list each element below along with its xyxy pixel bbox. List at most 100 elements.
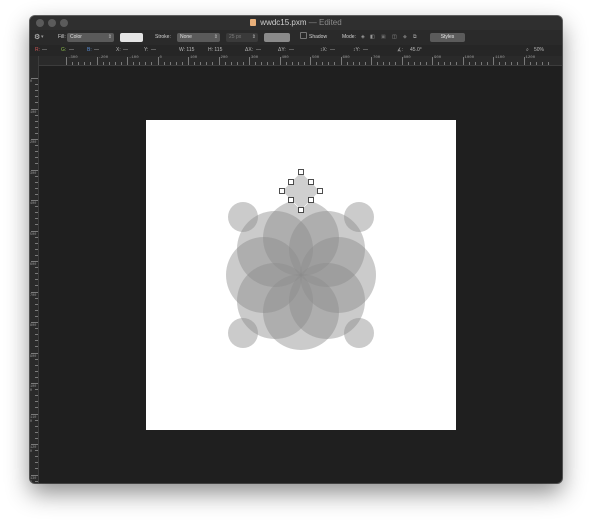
petal-circle-top-left[interactable] xyxy=(237,211,313,287)
ruler-major-tick xyxy=(31,200,38,201)
ruler-minor-tick xyxy=(35,407,38,409)
ruler-minor-tick xyxy=(261,62,263,65)
ruler-major-tick xyxy=(31,261,38,262)
ruler-minor-tick xyxy=(395,62,397,65)
ruler-minor-tick xyxy=(212,62,214,65)
vertical-ruler[interactable]: 0 100 200 300 400 500 600 700 800 900 1000 1100 1200… xyxy=(30,56,39,483)
selection-handle[interactable] xyxy=(288,197,294,203)
ruler-minor-tick xyxy=(35,132,38,134)
ruler-minor-tick xyxy=(425,62,427,65)
selection-handle[interactable] xyxy=(317,188,323,194)
stepper-arrows-icon: ⇕ xyxy=(251,34,256,40)
artwork[interactable] xyxy=(146,120,456,430)
ruler-minor-tick xyxy=(377,62,379,65)
mode-intersect-icon[interactable]: ▣ xyxy=(381,30,386,45)
x-position-value: — xyxy=(123,47,128,53)
title-bar[interactable]: wwdc15.pxm — Edited xyxy=(30,16,562,30)
ruler-minor-tick xyxy=(413,62,415,65)
mode-union-icon[interactable]: ◈ xyxy=(361,30,365,45)
ruler-minor-tick xyxy=(35,84,38,86)
ruler-minor-tick xyxy=(35,456,38,458)
ruler-minor-tick xyxy=(35,96,38,98)
styles-button[interactable]: Styles xyxy=(430,33,465,42)
selection-handle[interactable] xyxy=(288,179,294,185)
ruler-label: 0 xyxy=(159,56,162,60)
gear-menu-chevron-icon[interactable]: ▾ xyxy=(41,30,44,45)
ruler-minor-tick xyxy=(120,62,122,65)
ruler-minor-tick xyxy=(389,62,391,65)
shadow-toggle[interactable]: Shadow xyxy=(300,30,327,45)
edited-status: Edited xyxy=(319,18,342,27)
ruler-minor-tick xyxy=(35,273,38,275)
ruler-minor-tick xyxy=(35,315,38,317)
ruler-major-tick xyxy=(310,57,311,65)
window-title: wwdc15.pxm — Edited xyxy=(30,16,562,30)
ruler-minor-tick xyxy=(35,206,38,208)
ruler-minor-tick xyxy=(84,62,86,65)
ruler-minor-tick xyxy=(35,462,38,464)
ruler-minor-tick xyxy=(468,62,470,65)
ruler-minor-tick xyxy=(35,254,38,256)
selection-handle[interactable] xyxy=(298,207,304,213)
ruler-minor-tick xyxy=(72,62,74,65)
ruler-minor-tick xyxy=(358,62,360,65)
gear-icon[interactable]: ⚙︎ xyxy=(34,30,40,45)
stroke-label: Stroke: xyxy=(155,34,171,40)
ruler-minor-tick xyxy=(303,62,305,65)
ruler-major-tick xyxy=(31,291,38,293)
blue-value-label: B: xyxy=(87,47,92,53)
ruler-major-tick xyxy=(523,57,525,65)
selection-handle[interactable] xyxy=(308,179,314,185)
ruler-minor-tick xyxy=(35,395,38,397)
ruler-minor-tick xyxy=(35,328,38,330)
horizontal-ruler[interactable]: -300 -200 -100 0 100 200 300 400 500 600 700 800 900… xyxy=(38,56,562,66)
canvas-document[interactable] xyxy=(146,120,456,430)
ruler-minor-tick xyxy=(114,62,116,65)
ruler-minor-tick xyxy=(145,62,147,65)
ruler-minor-tick xyxy=(35,303,38,305)
fill-type-select[interactable]: Color ⇕ xyxy=(67,33,114,42)
ruler-label: 700 xyxy=(373,56,381,60)
ruler-minor-tick xyxy=(35,242,38,244)
stroke-width-field[interactable]: 25 px ⇕ xyxy=(226,33,258,42)
scale-y-value: — xyxy=(363,47,368,53)
ruler-major-tick xyxy=(31,383,38,384)
fill-color-swatch[interactable] xyxy=(120,33,143,42)
zoom-magnifier-icon[interactable]: ⌕ xyxy=(526,45,529,56)
mode-divide-icon[interactable]: ⧉ xyxy=(413,30,417,45)
select-arrows-icon: ⇕ xyxy=(213,34,218,40)
ruler-minor-tick xyxy=(35,401,38,403)
ruler-label: -100 xyxy=(129,56,139,60)
ruler-major-tick xyxy=(493,57,494,65)
ruler-major-tick xyxy=(371,57,372,65)
stroke-color-swatch[interactable] xyxy=(264,33,290,42)
width-readout: W: 115 xyxy=(179,47,195,53)
ruler-label: 1000 xyxy=(464,56,475,60)
ruler-minor-tick xyxy=(90,62,92,65)
selection-handle[interactable] xyxy=(308,197,314,203)
zoom-level[interactable]: 50% xyxy=(534,45,544,56)
ruler-minor-tick xyxy=(35,224,38,226)
ruler-minor-tick xyxy=(511,62,513,65)
mode-exclude-icon[interactable]: ◫ xyxy=(392,30,397,45)
ruler-major-tick xyxy=(31,169,38,171)
selection-handle[interactable] xyxy=(279,188,285,194)
red-value: — xyxy=(42,47,47,53)
ruler-minor-tick xyxy=(273,62,275,65)
stroke-type-select[interactable]: None ⇕ xyxy=(177,33,220,42)
selection-handle[interactable] xyxy=(298,169,304,175)
mode-subtract-icon[interactable]: ◧ xyxy=(370,30,375,45)
ruler-minor-tick xyxy=(206,62,208,65)
ruler-major-tick xyxy=(279,57,281,65)
ruler-minor-tick xyxy=(35,370,38,372)
angle-value: 45.0° xyxy=(410,47,422,53)
tool-options-bar: ⚙︎ ▾ Fill: Color ⇕ Stroke: None ⇕ 25 px … xyxy=(30,30,562,45)
ruler-minor-tick xyxy=(505,62,507,65)
angle-label: ∡: xyxy=(397,47,403,53)
ruler-minor-tick xyxy=(194,62,196,65)
ruler-minor-tick xyxy=(35,334,38,336)
mode-combine-icon[interactable]: ◆ xyxy=(403,30,407,45)
stroke-width-value: 25 px xyxy=(229,34,242,40)
shadow-checkbox[interactable] xyxy=(300,32,307,39)
ruler-minor-tick xyxy=(133,62,135,65)
